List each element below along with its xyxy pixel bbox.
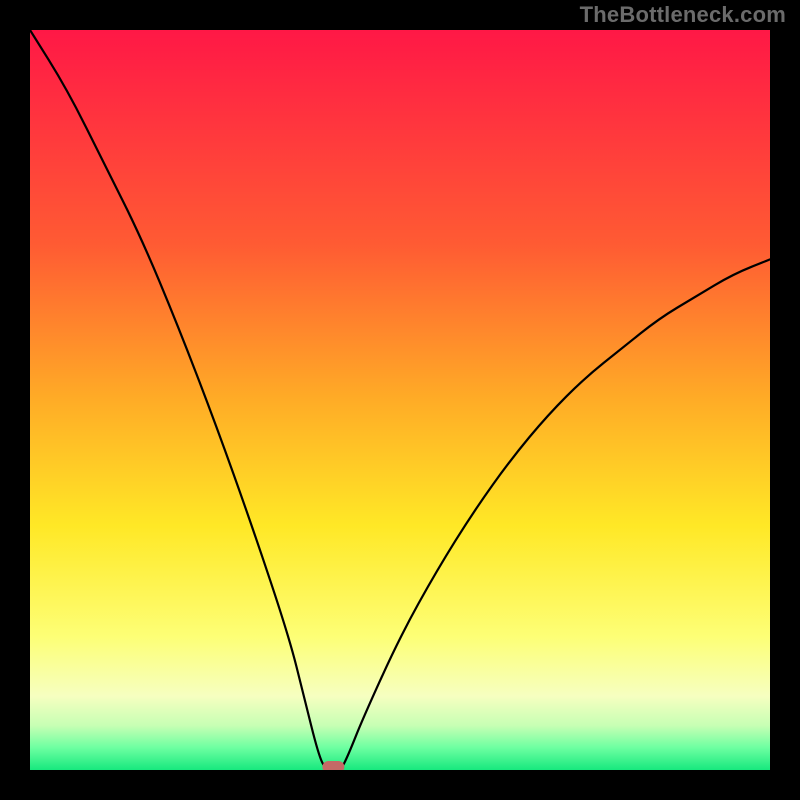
chart-frame: TheBottleneck.com <box>0 0 800 800</box>
bottleneck-chart <box>30 30 770 770</box>
optimum-marker <box>322 761 344 770</box>
plot-area <box>30 30 770 770</box>
gradient-background <box>30 30 770 770</box>
watermark-text: TheBottleneck.com <box>580 2 786 28</box>
